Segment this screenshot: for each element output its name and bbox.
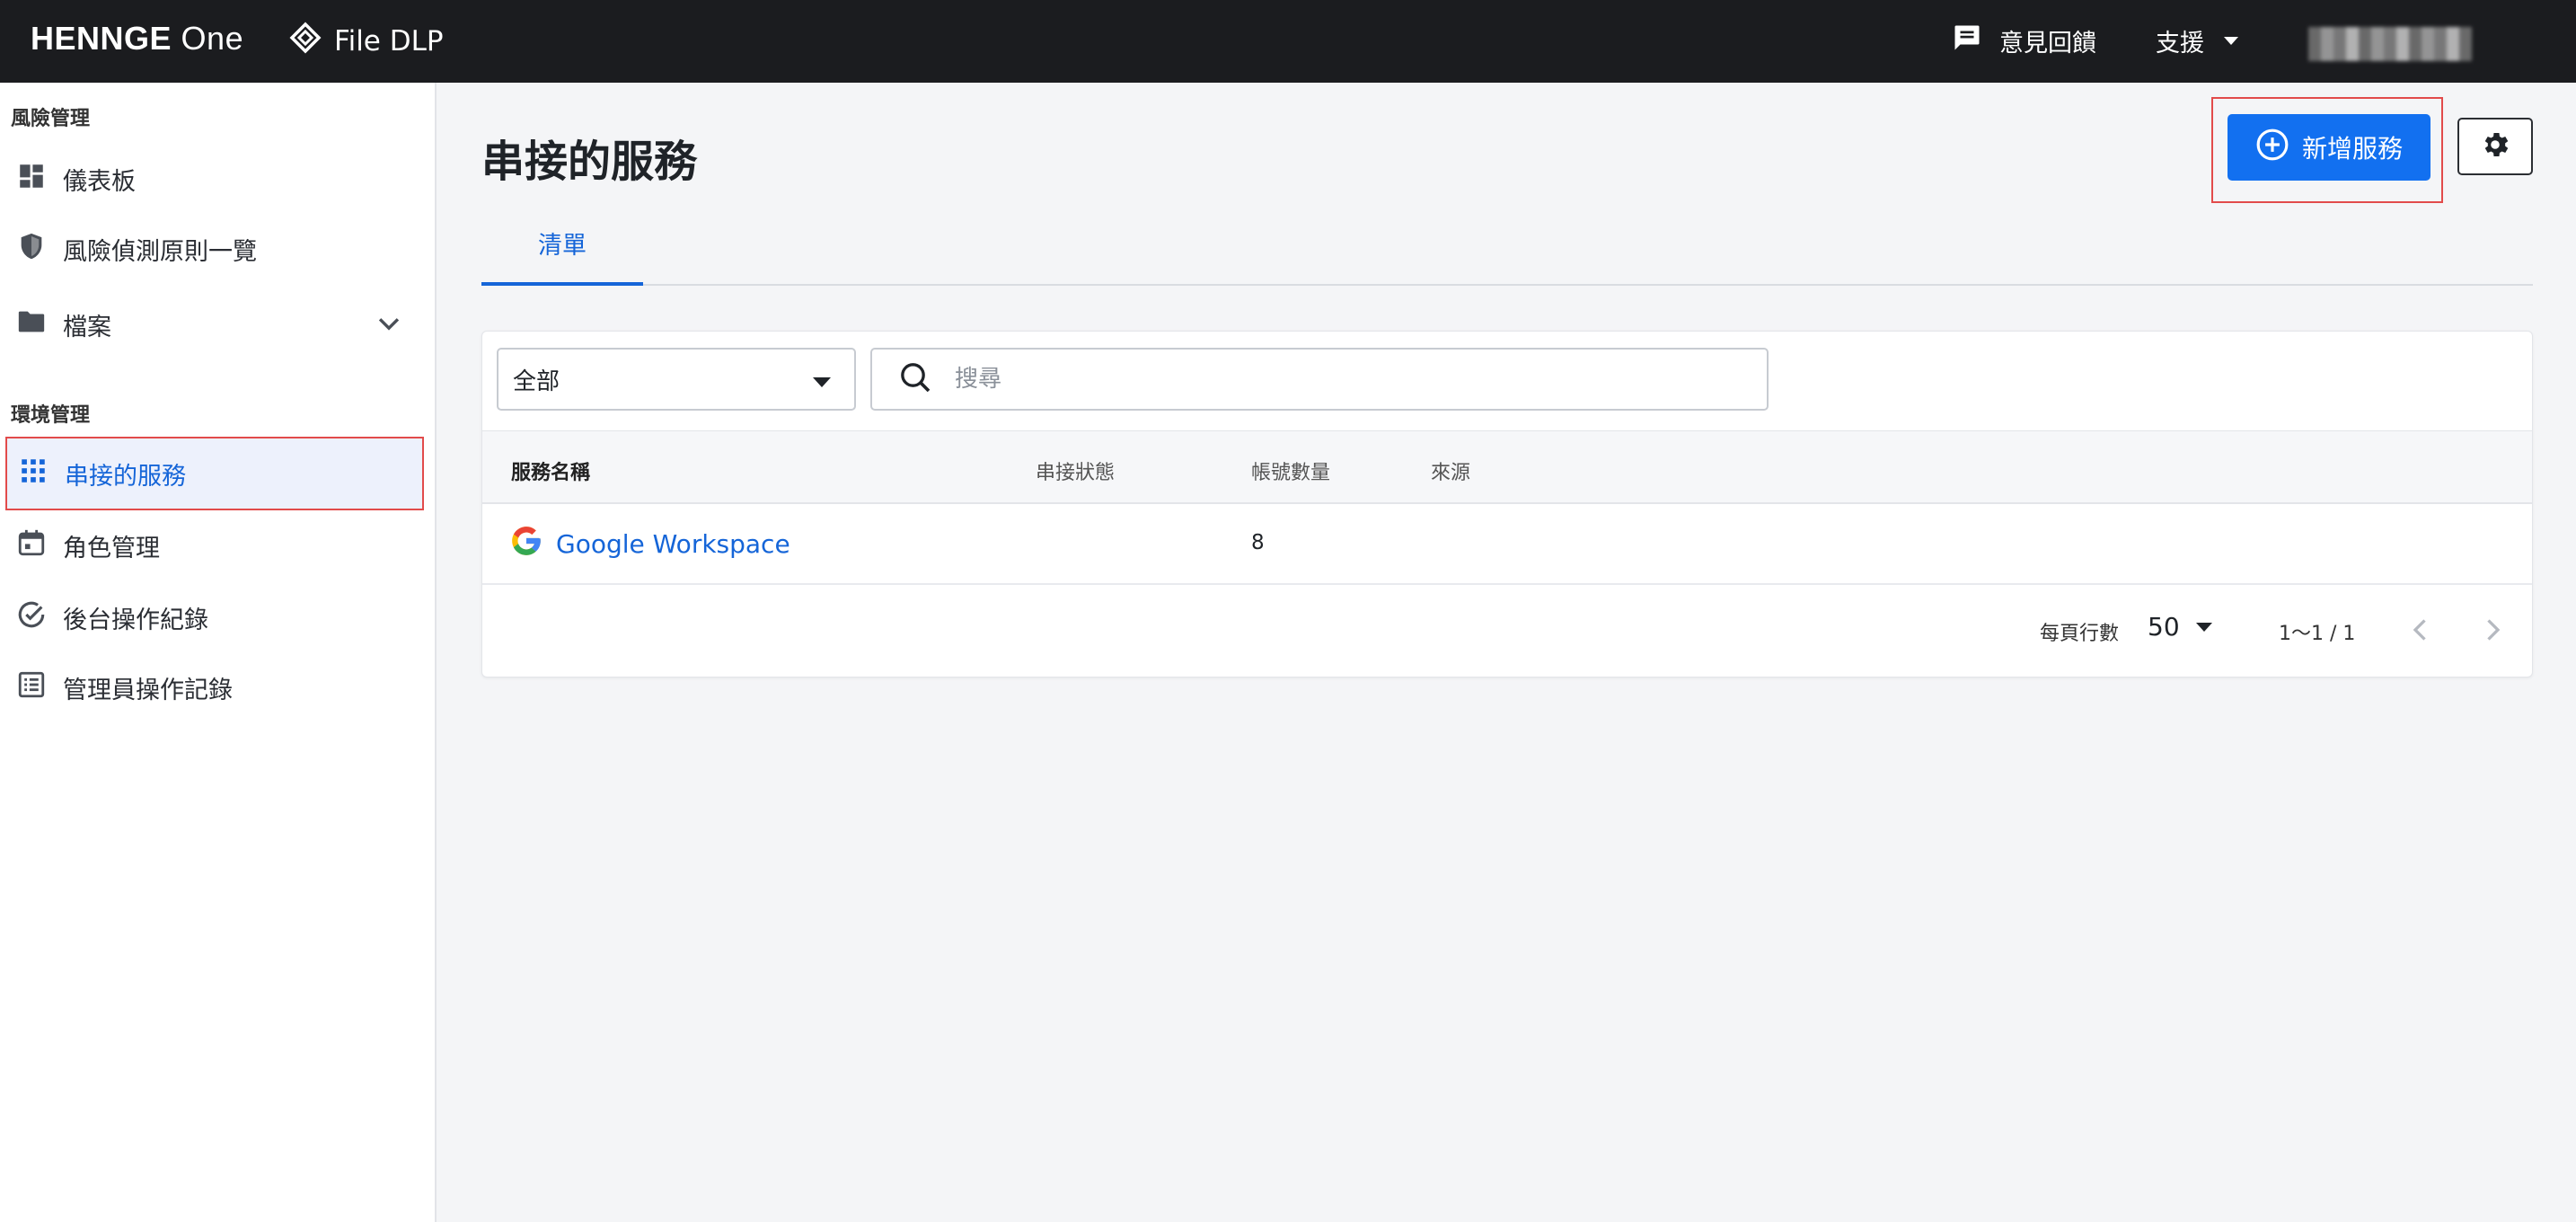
henngeone-logo[interactable]: HENNGE One <box>31 20 243 58</box>
sidebar-item-roles[interactable]: 角色管理 <box>5 510 424 580</box>
rows-per-page-label: 每頁行數 <box>2040 623 2120 645</box>
feedback-icon <box>1951 22 1983 60</box>
page-range: 1〜1 / 1 <box>2279 623 2356 645</box>
sidebar-item-label: 風險偵測原則一覽 <box>63 237 257 266</box>
table-row[interactable]: Google Workspace 8 <box>482 504 2532 585</box>
tab-bar: 清單 <box>481 203 2533 286</box>
product-name[interactable]: File DLP <box>289 22 444 61</box>
file-dlp-icon <box>289 22 322 61</box>
rows-per-page-value: 50 <box>2148 612 2180 642</box>
gear-icon <box>2479 128 2511 164</box>
sidebar-item-label: 後台操作紀錄 <box>63 606 208 634</box>
sidebar-item-backend-logs[interactable]: 後台操作紀錄 <box>5 582 424 652</box>
dashboard-icon <box>16 161 47 198</box>
user-account-menu[interactable] <box>2308 27 2472 61</box>
check-circle-icon <box>16 599 47 636</box>
support-label: 支援 <box>2156 30 2204 58</box>
support-menu[interactable]: 支援 <box>2156 23 2238 58</box>
column-header-status[interactable]: 串接狀態 <box>1036 456 1115 485</box>
caret-down-icon <box>2195 622 2212 632</box>
sidebar-item-label: 儀表板 <box>63 167 136 196</box>
column-header-service-name[interactable]: 服務名稱 <box>511 456 590 485</box>
pagination: 每頁行數 50 1〜1 / 1 <box>482 587 2532 677</box>
shield-icon <box>16 231 47 268</box>
chevron-down-icon[interactable] <box>374 309 404 340</box>
grid-icon <box>18 456 49 492</box>
sidebar-item-connected-services[interactable]: 串接的服務 <box>5 437 424 510</box>
filter-select[interactable]: 全部 <box>497 348 856 411</box>
folder-icon <box>16 306 47 343</box>
feedback-button[interactable]: 意見回饋 <box>1951 22 2096 60</box>
add-service-label: 新增服務 <box>2301 134 2403 164</box>
search-icon <box>897 359 933 399</box>
tab-list[interactable]: 清單 <box>481 203 643 286</box>
account-count: 8 <box>1251 531 1265 554</box>
top-bar: HENNGE One File DLP 意見回饋 支援 <box>0 0 2576 83</box>
sidebar-item-files[interactable]: 檔案 <box>5 289 424 359</box>
sidebar-item-label: 串接的服務 <box>65 462 186 491</box>
settings-button[interactable] <box>2457 118 2533 175</box>
sidebar-item-risk-policies[interactable]: 風險偵測原則一覽 <box>5 214 424 284</box>
service-name: Google Workspace <box>556 529 790 559</box>
sidebar-item-label: 檔案 <box>63 313 111 341</box>
sidebar-item-label: 管理員操作記錄 <box>63 676 233 704</box>
sidebar-item-dashboard[interactable]: 儀表板 <box>5 144 424 214</box>
caret-down-icon <box>2224 37 2238 45</box>
rows-per-page-select[interactable]: 50 <box>2148 612 2212 642</box>
chevron-left-icon[interactable] <box>2404 614 2437 646</box>
list-icon <box>16 669 47 706</box>
sidebar-item-admin-logs[interactable]: 管理員操作記錄 <box>5 652 424 722</box>
search-field[interactable] <box>870 348 1769 411</box>
sidebar: 風險管理 儀表板 風險偵測原則一覽 檔案 環境管理 串接的服務 角色管理 後台操… <box>0 83 437 1222</box>
section-title-risk: 風險管理 <box>11 108 91 130</box>
column-header-accounts[interactable]: 帳號數量 <box>1251 456 1330 485</box>
section-title-environment: 環境管理 <box>11 404 91 427</box>
feedback-label: 意見回饋 <box>1999 30 2096 58</box>
add-circle-icon <box>2255 128 2289 168</box>
google-logo-icon <box>509 524 543 564</box>
page-title: 串接的服務 <box>481 137 698 187</box>
sidebar-item-label: 角色管理 <box>63 534 160 562</box>
table-header: 服務名稱 串接狀態 帳號數量 來源 <box>482 430 2532 504</box>
column-header-source[interactable]: 來源 <box>1431 456 1470 485</box>
service-link[interactable]: Google Workspace <box>509 524 790 564</box>
chevron-right-icon[interactable] <box>2476 614 2509 646</box>
caret-down-icon <box>813 377 831 387</box>
filter-value: 全部 <box>513 367 560 395</box>
calendar-icon <box>16 527 47 564</box>
product-label: File DLP <box>334 25 444 58</box>
search-input[interactable] <box>955 366 1727 393</box>
services-card: 全部 服務名稱 串接狀態 帳號數量 來源 Google Workspace 8 <box>481 331 2533 677</box>
add-service-button[interactable]: 新增服務 <box>2228 114 2430 181</box>
